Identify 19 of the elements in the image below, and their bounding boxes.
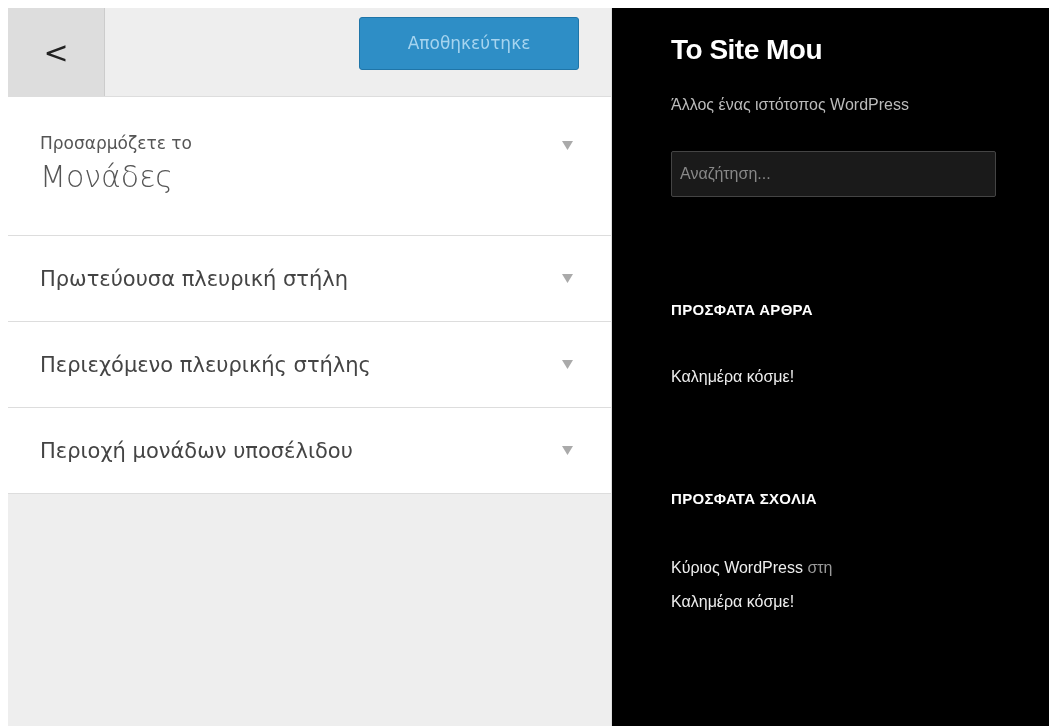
post-link[interactable]: Καλημέρα κόσμε! — [671, 368, 1009, 386]
section-item[interactable]: Περιοχή μονάδων υποσέλιδου — [8, 408, 611, 494]
author-link[interactable]: Κύριος WordPress — [671, 559, 803, 576]
context-prefix: Προσαρμόζετε το — [40, 133, 193, 153]
widget-heading: ΠΡΟΣΦΑΤΑ ΣΧΟΛΙΑ — [671, 490, 818, 507]
panel-title: Μονάδες — [40, 159, 174, 194]
widget-heading: ΠΡΟΣΦΑΤΑ ΑΡΘΡΑ — [671, 301, 814, 318]
comment-text: Κύριος WordPress στη Καλημέρα κόσμε! — [671, 558, 834, 612]
site-tagline: Άλλος ένας ιστότοπος WordPress — [671, 95, 910, 115]
site-title[interactable]: To Site Mou — [671, 34, 1009, 66]
caret-icon — [562, 360, 573, 369]
section-item[interactable]: Πρωτεύουσα πλευρική στήλη — [8, 236, 611, 322]
search-field[interactable]: Αναζήτηση... — [671, 151, 996, 197]
caret-icon — [562, 274, 573, 283]
post-link[interactable]: Καλημέρα κόσμε! — [671, 593, 795, 610]
back-button[interactable]: < — [8, 8, 105, 96]
section-item[interactable]: Περιεχόμενο πλευρικής στήλης — [8, 322, 611, 408]
caret-icon — [562, 446, 573, 455]
caret-icon[interactable] — [562, 141, 573, 150]
